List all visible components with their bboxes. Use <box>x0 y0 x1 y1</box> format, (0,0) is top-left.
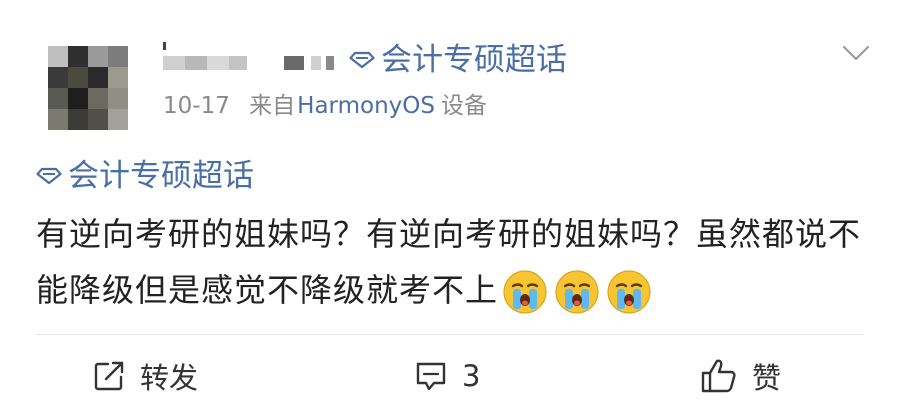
header-topic-link[interactable]: 会计专硕超话 <box>349 38 567 82</box>
avatar-pixel <box>48 88 68 109</box>
header-topic-label: 会计专硕超话 <box>381 42 567 78</box>
body-topic-label: 会计专硕超话 <box>68 158 254 194</box>
avatar-pixel <box>88 88 108 109</box>
avatar-pixel <box>48 109 68 130</box>
repost-label: 转发 <box>140 361 199 395</box>
avatar-pixel <box>88 46 108 67</box>
crying-emoji-icon <box>607 270 651 314</box>
comment-icon <box>416 362 446 391</box>
avatar-pixel <box>108 109 128 130</box>
super-topic-icon <box>36 167 62 185</box>
body-topic-link[interactable]: 会计专硕超话 <box>36 154 254 198</box>
avatar-pixel <box>88 67 108 88</box>
avatar-pixel <box>48 67 68 88</box>
comment-count: 3 <box>462 359 481 393</box>
source-device-link[interactable]: HarmonyOS <box>297 93 435 119</box>
avatar-pixel <box>68 109 88 130</box>
like-label: 赞 <box>752 361 782 395</box>
source-suffix: 设备 <box>440 93 487 119</box>
avatar-pixel <box>68 67 88 88</box>
like-button[interactable]: 赞 <box>700 354 781 398</box>
divider <box>36 334 864 335</box>
repost-button[interactable]: 转发 <box>92 354 198 398</box>
avatar-pixel <box>68 46 88 67</box>
source-prefix: 来自 <box>249 93 296 119</box>
avatar-pixel <box>68 88 88 109</box>
avatar-pixel <box>108 46 128 67</box>
post-meta: 10-17 来自HarmonyOS 设备 <box>163 90 487 122</box>
post-text: 有逆向考研的姐妹吗？有逆向考研的姐妹吗？虽然都说不能降级但是感觉不降级就考不上 <box>36 215 862 309</box>
avatar-pixel <box>88 109 108 130</box>
crying-emoji-icon <box>555 270 599 314</box>
emoji-group <box>502 269 652 315</box>
like-icon <box>701 359 736 393</box>
post-body: 有逆向考研的姐妹吗？有逆向考研的姐妹吗？虽然都说不能降级但是感觉不降级就考不上 <box>36 206 876 318</box>
super-topic-icon <box>349 51 375 69</box>
chevron-down-icon[interactable] <box>842 44 870 62</box>
repost-icon <box>94 361 124 391</box>
crying-emoji-icon <box>503 270 547 314</box>
avatar-pixel <box>108 67 128 88</box>
post-date: 10-17 <box>163 93 230 119</box>
avatar-pixel <box>108 88 128 109</box>
comment-button[interactable]: 3 <box>414 354 480 398</box>
avatar[interactable] <box>48 46 128 130</box>
username-redacted[interactable] <box>163 42 338 76</box>
avatar-pixel <box>48 46 68 67</box>
